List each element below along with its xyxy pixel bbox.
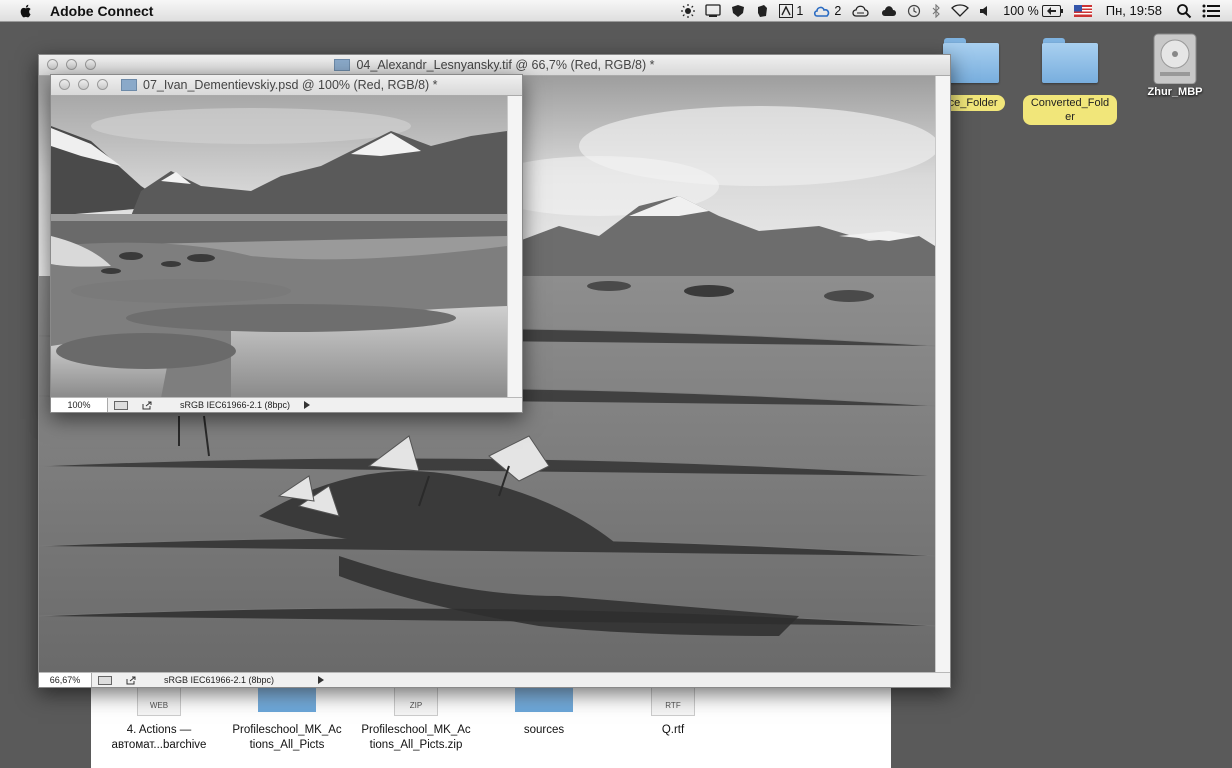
file-badge: ZIP <box>409 701 423 710</box>
rtf-file-icon: RTF <box>651 686 695 716</box>
battery-icon <box>1041 4 1063 17</box>
zip-file-icon: ZIP <box>394 686 438 716</box>
shield-app-icon[interactable] <box>726 0 750 21</box>
spotlight-search-icon[interactable] <box>1171 0 1197 21</box>
input-source-flag-icon[interactable] <box>1069 0 1097 21</box>
status-menu-arrow-icon[interactable] <box>318 676 324 684</box>
finder-item-label: Profileschool_MK_Actions_All_Picts.zip <box>361 724 471 751</box>
export-icon[interactable] <box>122 675 140 685</box>
file-badge: WEB <box>149 701 169 710</box>
minimize-button[interactable] <box>66 59 77 70</box>
minimize-button[interactable] <box>78 79 89 90</box>
finder-item[interactable]: Profileschool_MK_Actions_All_Picts <box>227 686 347 753</box>
finder-item[interactable]: ZIP Profileschool_MK_Actions_All_Picts.z… <box>356 686 476 753</box>
wifi-cloud-icon[interactable] <box>846 0 876 21</box>
window-title: 04_Alexandr_Lesnyansky.tif @ 66,7% (Red,… <box>356 58 655 72</box>
apple-menu-icon[interactable] <box>18 3 34 19</box>
status-menu-arrow-icon[interactable] <box>304 401 310 409</box>
finder-item-label: 4. Actions — автомат...barchive <box>111 724 207 751</box>
document-proxy-icon[interactable] <box>121 79 137 91</box>
file-badge: RTF <box>665 701 681 710</box>
window-titlebar[interactable]: 07_Ivan_Dementievskiy.psd @ 100% (Red, R… <box>51 75 522 96</box>
vertical-scrollbar[interactable] <box>935 76 950 672</box>
close-button[interactable] <box>47 59 58 70</box>
evernote-icon[interactable] <box>750 0 774 21</box>
window-title: 07_Ivan_Dementievskiy.psd @ 100% (Red, R… <box>143 78 438 92</box>
folder-icon <box>258 686 316 712</box>
adobe-application-icon[interactable]: 1 <box>774 0 808 21</box>
bluetooth-icon[interactable] <box>926 0 946 21</box>
hard-drive-icon <box>1153 33 1197 84</box>
creative-cloud-icon[interactable]: 2 <box>808 0 846 21</box>
color-profile: sRGB IEC61966-2.1 (8bpc) <box>164 675 275 685</box>
finder-item[interactable]: WEB 4. Actions — автомат...barchive <box>99 686 219 753</box>
window-titlebar[interactable]: 04_Alexandr_Lesnyansky.tif @ 66,7% (Red,… <box>39 55 950 76</box>
webarchive-file-icon: WEB <box>137 686 181 716</box>
vertical-scrollbar[interactable] <box>507 96 522 398</box>
window-controls <box>59 79 108 90</box>
folder-icon <box>1040 36 1100 86</box>
window-statusbar: 66,67% sRGB IEC61966-2.1 (8bpc) <box>39 672 950 687</box>
mountain-lake-photo <box>51 96 507 398</box>
zoom-button[interactable] <box>97 79 108 90</box>
sharing-icon[interactable] <box>112 400 130 410</box>
battery-status[interactable]: 100 % <box>998 0 1068 21</box>
color-profile: sRGB IEC61966-2.1 (8bpc) <box>180 400 291 410</box>
finder-item[interactable]: sources <box>484 686 604 738</box>
volume-icon[interactable] <box>974 0 998 21</box>
brightness-icon[interactable] <box>676 0 700 21</box>
document-proxy-icon[interactable] <box>334 59 351 71</box>
adobe-count: 1 <box>796 3 804 18</box>
close-button[interactable] <box>59 79 70 90</box>
desktop-icon-label: Zhur_MBP <box>1147 86 1203 98</box>
app-name-menu[interactable]: Adobe Connect <box>50 3 153 19</box>
zoom-button[interactable] <box>85 59 96 70</box>
window-controls <box>47 59 96 70</box>
zoom-field[interactable]: 100% <box>51 398 108 412</box>
image-canvas[interactable] <box>51 96 507 398</box>
screen-capture-icon[interactable] <box>700 0 726 21</box>
desktop-folder-converted[interactable]: Converted_Folder <box>1022 36 1118 125</box>
clock[interactable]: Пн, 19:58 <box>1097 0 1171 21</box>
cloud-count: 2 <box>834 3 842 18</box>
finder-window: WEB 4. Actions — автомат...barchive Prof… <box>91 686 891 768</box>
notification-center-icon[interactable] <box>1197 0 1232 21</box>
export-icon[interactable] <box>138 400 156 410</box>
finder-item-label: sources <box>523 724 565 736</box>
desktop-icon-label: Converted_Folder <box>1023 95 1117 125</box>
menu-bar: Adobe Connect 1 2 100 % Пн, 19:58 <box>0 0 1232 22</box>
battery-percent: 100 % <box>1003 3 1039 18</box>
document-window-front[interactable]: 07_Ivan_Dementievskiy.psd @ 100% (Red, R… <box>50 74 523 413</box>
sharing-icon[interactable] <box>96 675 114 685</box>
finder-item-label: Profileschool_MK_Actions_All_Picts <box>232 724 342 751</box>
wifi-icon[interactable] <box>946 0 974 21</box>
window-statusbar: 100% sRGB IEC61966-2.1 (8bpc) <box>51 397 522 412</box>
folder-icon <box>515 686 573 712</box>
cloud-icon[interactable] <box>876 0 902 21</box>
finder-item[interactable]: RTF Q.rtf <box>613 686 733 738</box>
zoom-field[interactable]: 66,67% <box>39 673 92 687</box>
desktop-hard-drive[interactable]: Zhur_MBP <box>1140 28 1210 98</box>
time-machine-icon[interactable] <box>902 0 926 21</box>
finder-item-label: Q.rtf <box>661 724 685 736</box>
